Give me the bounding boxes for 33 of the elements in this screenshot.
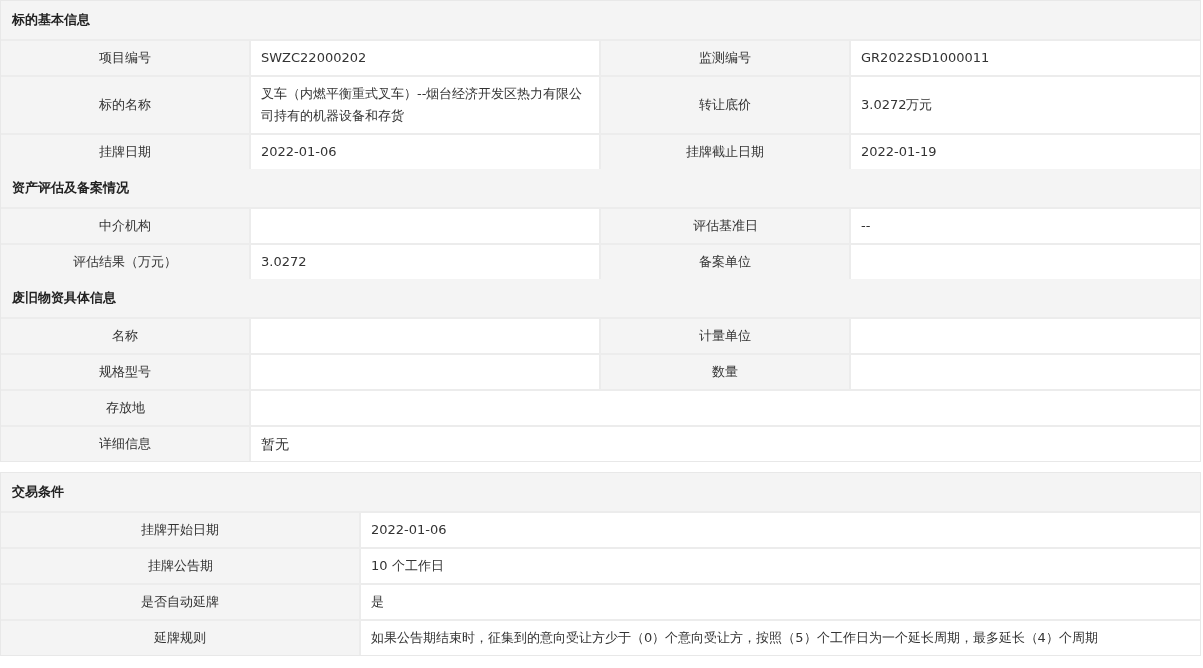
- field-label: 挂牌开始日期: [1, 513, 359, 547]
- field-value: 暂无: [251, 427, 1200, 461]
- field-value: 2022-01-19: [851, 135, 1200, 169]
- field-label: 存放地: [1, 391, 249, 425]
- field-label: 挂牌日期: [1, 135, 249, 169]
- field-value: 10 个工作日: [361, 549, 1200, 583]
- field-label: 转让底价: [601, 77, 849, 133]
- field-label: 名称: [1, 319, 249, 353]
- field-value: SWZC22000202: [251, 41, 599, 75]
- field-label: 备案单位: [601, 245, 849, 279]
- field-label: 计量单位: [601, 319, 849, 353]
- field-label: 项目编号: [1, 41, 249, 75]
- field-value: 如果公告期结束时，征集到的意向受让方少于（0）个意向受让方，按照（5）个工作日为一个延长周期，最多延长（4）个周期: [361, 621, 1200, 655]
- field-label: 数量: [601, 355, 849, 389]
- field-label: 评估结果（万元）: [1, 245, 249, 279]
- field-label: 延牌规则: [1, 621, 359, 655]
- field-label: 是否自动延牌: [1, 585, 359, 619]
- field-label: 规格型号: [1, 355, 249, 389]
- field-value: GR2022SD1000011: [851, 41, 1200, 75]
- field-value: --: [851, 209, 1200, 243]
- field-label: 监测编号: [601, 41, 849, 75]
- field-label: 挂牌截止日期: [601, 135, 849, 169]
- field-label: 评估基准日: [601, 209, 849, 243]
- field-value: 3.0272万元: [851, 77, 1200, 133]
- field-value: 是: [361, 585, 1200, 619]
- field-value: 3.0272: [251, 245, 599, 279]
- field-label: 中介机构: [1, 209, 249, 243]
- field-label: 挂牌公告期: [1, 549, 359, 583]
- field-label: 标的名称: [1, 77, 249, 133]
- field-value: 2022-01-06: [361, 513, 1200, 547]
- field-value: 叉车（内燃平衡重式叉车）--烟台经济开发区热力有限公司持有的机器设备和存货: [251, 77, 599, 133]
- field-label: 详细信息: [1, 427, 249, 461]
- field-value: 2022-01-06: [251, 135, 599, 169]
